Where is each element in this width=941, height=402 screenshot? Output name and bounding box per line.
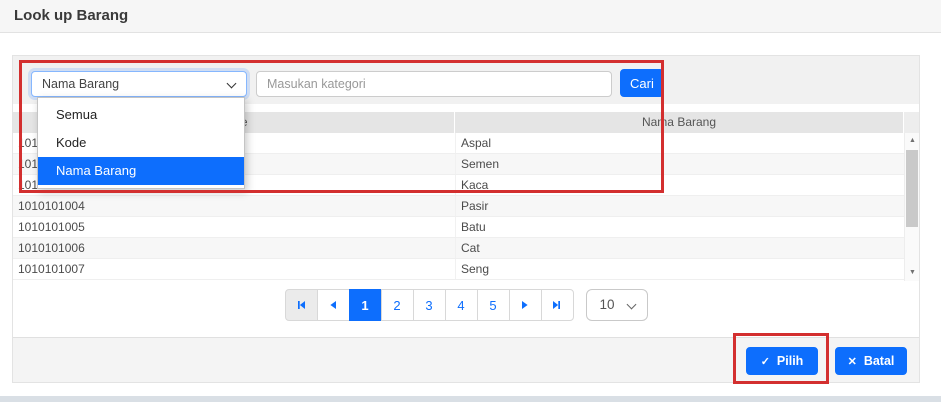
search-field-select-value: Nama Barang — [42, 77, 119, 91]
scroll-down-icon[interactable]: ▼ — [905, 266, 920, 280]
page-size-select[interactable]: 10 — [586, 289, 648, 321]
last-page-icon — [552, 300, 562, 310]
prev-page-icon — [328, 300, 338, 310]
next-page-button[interactable] — [509, 289, 542, 321]
cell-nama: Pasir — [455, 196, 904, 216]
first-page-icon — [296, 300, 306, 310]
cell-kode: 1010101004 — [13, 196, 455, 216]
dialog-footer: ✓ Pilih ✕ Batal — [13, 337, 919, 382]
page-button-5[interactable]: 5 — [477, 289, 510, 321]
cell-nama: Aspal — [455, 133, 904, 153]
cell-kode: 1010101005 — [13, 217, 455, 237]
pilih-button[interactable]: ✓ Pilih — [746, 347, 818, 375]
last-page-button[interactable] — [541, 289, 574, 321]
cell-nama: Semen — [455, 154, 904, 174]
page-button-2[interactable]: 2 — [381, 289, 414, 321]
page-button-3[interactable]: 3 — [413, 289, 446, 321]
page-button-4[interactable]: 4 — [445, 289, 478, 321]
chevron-down-icon — [626, 300, 636, 310]
dropdown-option-kode[interactable]: Kode — [38, 129, 244, 157]
cell-nama: Batu — [455, 217, 904, 237]
pagination: 1 2 3 4 5 10 — [13, 289, 919, 321]
close-icon: ✕ — [848, 355, 857, 368]
cell-kode: 1010101006 — [13, 238, 455, 258]
table-header-spacer — [904, 112, 919, 133]
bottom-page-strip — [0, 396, 941, 402]
table-row[interactable]: 1010101005 Batu — [13, 217, 904, 238]
page-title: Look up Barang — [0, 0, 941, 32]
table-row[interactable]: 1010101007 Seng — [13, 259, 904, 280]
cell-nama: Cat — [455, 238, 904, 258]
first-page-button[interactable] — [285, 289, 318, 321]
dropdown-option-semua[interactable]: Semua — [38, 101, 244, 129]
page-button-1[interactable]: 1 — [349, 289, 382, 321]
cell-nama: Seng — [455, 259, 904, 279]
search-field-dropdown-menu: Semua Kode Nama Barang — [37, 97, 245, 189]
check-icon: ✓ — [761, 355, 770, 368]
cell-kode: 1010101007 — [13, 259, 455, 279]
vertical-scrollbar[interactable]: ▲ ▼ — [904, 133, 919, 281]
search-field-select[interactable]: Nama Barang — [31, 71, 247, 97]
dropdown-option-nama-barang[interactable]: Nama Barang — [38, 157, 244, 185]
keyword-input[interactable] — [256, 71, 612, 97]
column-header-nama-barang[interactable]: Nama Barang — [455, 112, 904, 133]
cell-nama: Kaca — [455, 175, 904, 195]
next-page-icon — [520, 300, 530, 310]
scrollbar-thumb[interactable] — [906, 150, 918, 227]
dialog-titlebar: Look up Barang — [0, 0, 941, 33]
prev-page-button[interactable] — [317, 289, 350, 321]
batal-button-label: Batal — [864, 354, 895, 368]
pilih-button-label: Pilih — [777, 354, 803, 368]
batal-button[interactable]: ✕ Batal — [835, 347, 907, 375]
scroll-up-icon[interactable]: ▲ — [905, 134, 920, 148]
table-row[interactable]: 1010101006 Cat — [13, 238, 904, 259]
chevron-down-icon — [227, 79, 237, 89]
page-size-value: 10 — [600, 297, 615, 312]
table-row[interactable]: 1010101004 Pasir — [13, 196, 904, 217]
lookup-barang-dialog: Look up Barang Nama Barang Cari Kode Nam… — [0, 0, 941, 402]
search-button[interactable]: Cari — [620, 69, 664, 97]
pagination-group: 1 2 3 4 5 — [285, 289, 574, 321]
